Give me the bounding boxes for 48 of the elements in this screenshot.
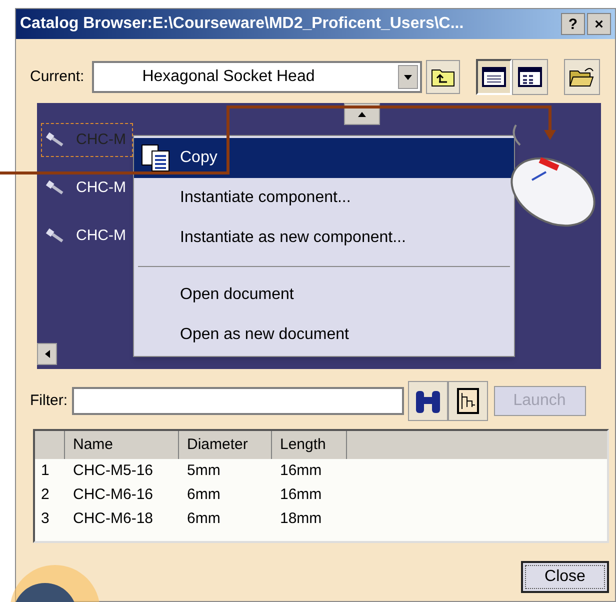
table-cell-text: 16mm [279, 484, 323, 505]
open-folder-icon [569, 66, 596, 88]
menu-item[interactable]: Copy [134, 138, 514, 178]
list-view-icon [482, 67, 506, 87]
catalog-item[interactable]: CHC-M [41, 219, 133, 253]
window-title: Catalog Browser:E:\Courseware\MD2_Proficent_Users\C... [20, 14, 464, 34]
menu-item[interactable]: Instantiate as new component... [134, 218, 514, 258]
close-button[interactable]: × [587, 13, 611, 35]
menu-item[interactable]: Open document [134, 275, 514, 315]
column-header[interactable]: Length [272, 431, 347, 459]
close-dialog-button[interactable]: Close [521, 561, 609, 593]
table-cell-text: CHC-M6-16 [72, 484, 154, 505]
table-cell-text: CHC-M6-18 [72, 508, 154, 529]
left-arrow-icon [44, 350, 50, 358]
tree-button[interactable] [448, 381, 488, 421]
column-header[interactable]: Name [65, 431, 179, 459]
menu-item[interactable]: Instantiate component... [134, 178, 514, 218]
row-number: 2 [40, 484, 50, 505]
icon-view-button[interactable] [512, 59, 548, 95]
bolt-icon [44, 228, 66, 244]
help-button[interactable]: ? [561, 13, 585, 35]
table-cell-text: 6mm [186, 484, 222, 505]
copy-icon [140, 143, 172, 173]
column-header[interactable]: Diameter [179, 431, 272, 459]
filter-input[interactable] [72, 387, 404, 415]
open-folder-button[interactable] [564, 59, 600, 95]
current-dropdown[interactable]: Hexagonal Socket Head [92, 61, 422, 93]
table-cell-text: CHC-M5-16 [72, 460, 154, 481]
up-arrow-icon [358, 112, 366, 116]
table-cell-text: 18mm [279, 508, 323, 529]
table-cell-text: 6mm [186, 508, 222, 529]
details-view-button[interactable] [476, 59, 512, 95]
catalog-item[interactable]: CHC-M [41, 171, 133, 205]
filter-label: Filter: [30, 390, 68, 411]
table-cell-text: 16mm [279, 460, 323, 481]
scrollbar-left-button[interactable] [37, 343, 57, 365]
bolt-icon [44, 180, 66, 196]
menu-item[interactable]: Open as new document [134, 315, 514, 355]
table-cell-text: 5mm [186, 460, 222, 481]
row-number: 1 [40, 460, 50, 481]
search-button[interactable] [408, 381, 448, 421]
parent-folder-button[interactable] [426, 60, 460, 94]
bolt-icon [44, 132, 66, 148]
tree-icon [456, 388, 478, 414]
grid-view-icon [518, 67, 542, 87]
row-number: 3 [40, 508, 50, 529]
folder-up-icon [431, 67, 456, 87]
current-label: Current: [30, 66, 84, 87]
